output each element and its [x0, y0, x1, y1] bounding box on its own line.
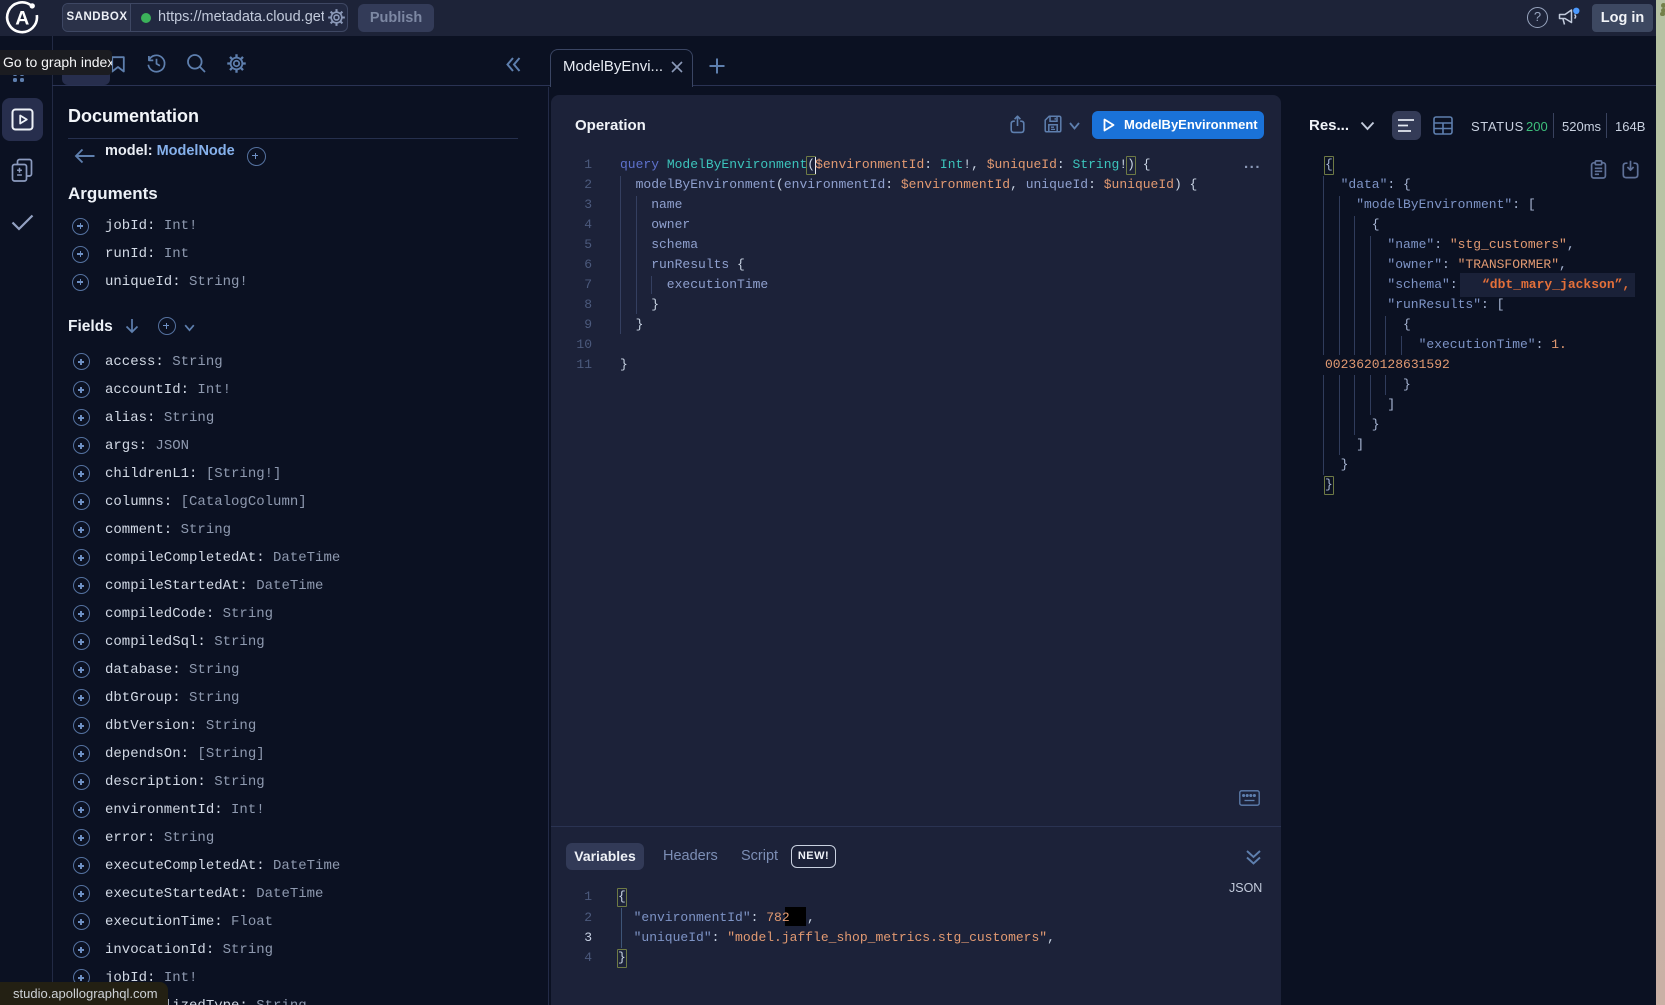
svg-text:A: A [15, 8, 29, 30]
